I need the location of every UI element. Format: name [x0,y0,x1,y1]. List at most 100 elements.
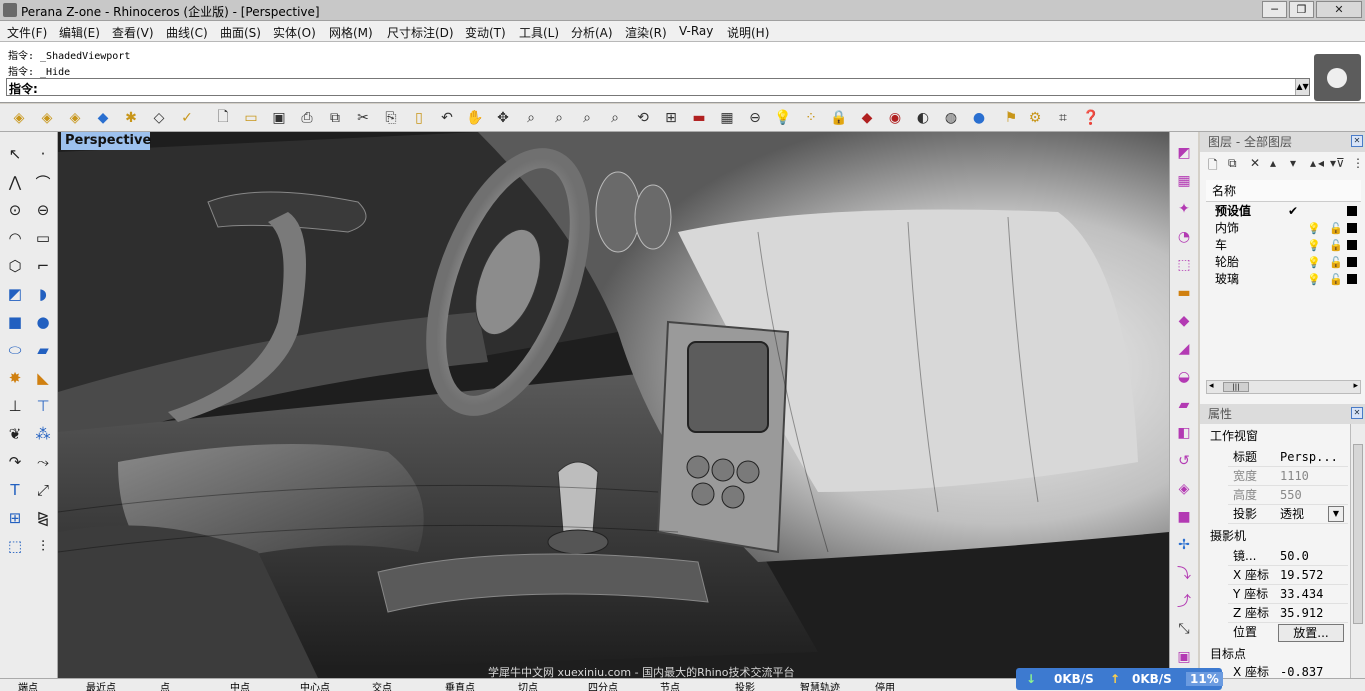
scroll-thumb[interactable] [1353,444,1363,624]
lightbulb-icon[interactable]: 💡 [1307,220,1321,237]
zoom-selected-icon[interactable]: ⌕ [604,107,626,129]
revolve-icon[interactable]: ◒ [1173,366,1195,388]
mesh-box-icon[interactable]: ▣ [1173,646,1195,668]
layers-horizontal-scrollbar[interactable]: ◂ ||| ▸ [1206,380,1361,394]
array-icon[interactable]: ⊞ [3,506,27,530]
copy-icon[interactable]: ⎘ [380,107,402,129]
cube-icon[interactable]: ◆ [92,107,114,129]
layer-row-interior[interactable]: 内饰 💡 🔓 [1206,220,1361,237]
prop-camera-x[interactable]: X 座标 19.572 [1228,566,1348,585]
osnap-mid[interactable]: 中点 [230,679,250,691]
properties-scrollbar[interactable] [1350,424,1365,678]
collapse-icon[interactable]: ◂ [1318,156,1324,170]
wire-sphere-icon[interactable]: ◍ [940,107,962,129]
loft-icon[interactable]: ◗ [31,282,55,306]
sphere-solid-icon[interactable]: ● [31,310,55,334]
snap-near-icon[interactable]: ◈ [36,107,58,129]
boolean-icon[interactable]: ❦ [3,422,27,446]
menu-solid[interactable]: 实体(O) [273,24,316,41]
menu-surface[interactable]: 曲面(S) [220,24,261,41]
cylinder-icon[interactable]: ⬭ [3,338,27,362]
undo-view-icon[interactable]: ⟲ [632,107,654,129]
menu-vray[interactable]: V-Ray [679,24,713,38]
distribute-icon[interactable]: ⫶ [31,534,55,558]
zoom-icon[interactable]: ⌕ [520,107,542,129]
help-icon[interactable]: ❓ [1080,107,1102,129]
surface-icon[interactable]: ◩ [3,282,27,306]
osnap-end[interactable]: 端点 [18,679,38,691]
explode-icon[interactable]: ✸ [3,366,27,390]
circle-icon[interactable]: ⊙ [3,198,27,222]
car-icon[interactable]: ▬ [688,107,710,129]
rotate-view-icon[interactable]: ✥ [492,107,514,129]
plane-icon[interactable]: ◢ [1173,338,1195,360]
move-up-level-icon[interactable]: ▴ [1310,156,1316,170]
osnap-perp[interactable]: 垂直点 [445,679,475,691]
layer-color-swatch[interactable] [1347,223,1357,233]
sweep-icon[interactable]: ◧ [1173,422,1195,444]
render-sphere-icon[interactable]: ● [968,107,990,129]
layer-row-default[interactable]: 预设值 ✔ [1206,203,1361,220]
command-input[interactable]: 指令: [6,78,1310,96]
layer-row-glass[interactable]: 玻璃 💡 🔓 [1206,271,1361,288]
pan-hand-icon[interactable]: ✋ [464,107,486,129]
shaded-sphere-icon[interactable]: ◐ [912,107,934,129]
axis-gizmo-icon[interactable]: ✢ [1173,534,1195,556]
point-icon[interactable]: · [31,142,55,166]
menu-tools[interactable]: 工具(L) [519,24,559,41]
minimize-button[interactable]: ─ [1262,1,1287,18]
lock-icon[interactable]: 🔒 [828,107,850,129]
settings-gear-icon[interactable]: ⚙ [1024,107,1046,129]
tools-icon[interactable]: ⋮ [1352,156,1364,170]
extrude-icon[interactable]: ▰ [1173,394,1195,416]
menu-analyze[interactable]: 分析(A) [571,24,613,41]
select-points-icon[interactable]: ⁘ [800,107,822,129]
export-icon[interactable]: ⧉ [324,107,346,129]
layer-color-swatch[interactable] [1347,206,1357,216]
mirror-icon[interactable]: ⧎ [31,506,55,530]
color-wheel-icon[interactable]: ◉ [884,107,906,129]
layer-row-tires[interactable]: 轮胎 💡 🔓 [1206,254,1361,271]
move-up-icon[interactable]: ▴ [1270,156,1276,170]
close-icon[interactable]: ✕ [1351,135,1363,147]
osnap-quad[interactable]: 四分点 [588,679,618,691]
layer-icon[interactable]: ◆ [856,107,878,129]
prop-camera-z[interactable]: Z 座标 35.912 [1228,604,1348,623]
menu-render[interactable]: 渲染(R) [625,24,667,41]
osnap-near[interactable]: 最近点 [86,679,116,691]
prop-camera-y[interactable]: Y 座标 33.434 [1228,585,1348,604]
projection-dropdown-icon[interactable]: ▼ [1328,506,1344,522]
explode-shape-icon[interactable]: ✦ [1173,198,1195,220]
scroll-left-icon[interactable]: ◂ [1209,381,1214,391]
osnap-point[interactable]: 点 [160,679,170,691]
snap-endpoint-icon[interactable]: ◈ [8,107,30,129]
control-points-icon[interactable]: ⤳ [31,450,55,474]
osnap-knot[interactable]: 节点 [660,679,680,691]
menu-curve[interactable]: 曲线(C) [166,24,208,41]
menu-dimension[interactable]: 尺寸标注(D) [387,24,454,41]
smart-track[interactable]: 智慧轨迹 [800,679,840,691]
flag-icon[interactable]: ⚑ [1000,107,1022,129]
cube-wire-icon[interactable]: ▦ [1173,170,1195,192]
layer-color-swatch[interactable] [1347,240,1357,250]
osnap-project[interactable]: 投影 [735,679,755,691]
scroll-right-icon[interactable]: ▸ [1353,381,1358,391]
menu-edit[interactable]: 编辑(E) [59,24,100,41]
restore-button[interactable]: ❐ [1289,1,1314,18]
folder-icon[interactable]: ▬ [1173,282,1195,304]
zoom-extents-icon[interactable]: ⌕ [576,107,598,129]
delete-layer-icon[interactable]: ✕ [1250,156,1260,170]
menu-mesh[interactable]: 网格(M) [329,24,373,41]
grid-icon[interactable]: ▦ [716,107,738,129]
mesh-plane-icon[interactable]: ▰ [31,338,55,362]
mascot-widget[interactable] [1314,54,1361,101]
menu-transform[interactable]: 变动(T) [465,24,506,41]
solid-box-icon[interactable]: ■ [1173,506,1195,528]
cplane-icon[interactable]: ⊖ [744,107,766,129]
curve-icon[interactable]: ⌒ [31,170,55,194]
snap-point-icon[interactable]: ◈ [64,107,86,129]
trim-icon[interactable]: ⊥ [3,394,27,418]
prop-lens[interactable]: 镜... 50.0 [1228,547,1348,566]
unlock-icon[interactable]: 🔓 [1329,271,1343,288]
close-icon[interactable]: ✕ [1351,407,1363,419]
